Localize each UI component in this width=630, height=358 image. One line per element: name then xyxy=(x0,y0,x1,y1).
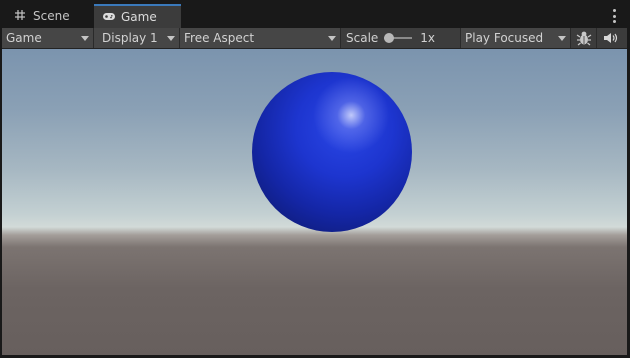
tab-game[interactable]: Game xyxy=(94,4,181,28)
play-mode-value: Play Focused xyxy=(465,31,544,45)
play-mode-dropdown[interactable]: Play Focused xyxy=(461,28,571,48)
grid-icon xyxy=(14,9,28,23)
tab-bar: Scene Game xyxy=(0,0,630,28)
scale-value: 1x xyxy=(420,31,436,45)
blue-sphere xyxy=(252,72,412,232)
aspect-dropdown[interactable]: Free Aspect xyxy=(180,28,341,48)
aspect-value: Free Aspect xyxy=(184,31,255,45)
chevron-down-icon xyxy=(328,36,336,41)
scale-control: Scale 1x xyxy=(341,28,461,48)
game-toolbar: Game Display 1 Free Aspect Scale 1x Play… xyxy=(2,28,627,49)
tab-scene-label: Scene xyxy=(33,9,70,23)
game-window: Scene Game Game Display 1 Free Aspect Sc… xyxy=(0,0,630,358)
tab-scene[interactable]: Scene xyxy=(6,4,92,28)
chevron-down-icon xyxy=(81,36,89,41)
chevron-down-icon xyxy=(167,36,175,41)
gamepad-icon xyxy=(102,10,116,24)
chevron-down-icon xyxy=(558,36,566,41)
view-mode-dropdown[interactable]: Game xyxy=(2,28,94,48)
scale-label: Scale xyxy=(346,31,379,45)
display-value: Display 1 xyxy=(102,31,158,45)
view-mode-value: Game xyxy=(6,31,42,45)
bug-icon[interactable] xyxy=(571,28,597,48)
display-dropdown[interactable]: Display 1 xyxy=(94,28,180,48)
scale-slider[interactable] xyxy=(384,33,413,43)
tab-game-label: Game xyxy=(121,10,157,24)
scale-slider-thumb[interactable] xyxy=(384,33,395,43)
game-viewport[interactable] xyxy=(2,49,627,355)
more-options-icon[interactable] xyxy=(612,9,616,23)
speaker-icon[interactable] xyxy=(597,28,625,48)
